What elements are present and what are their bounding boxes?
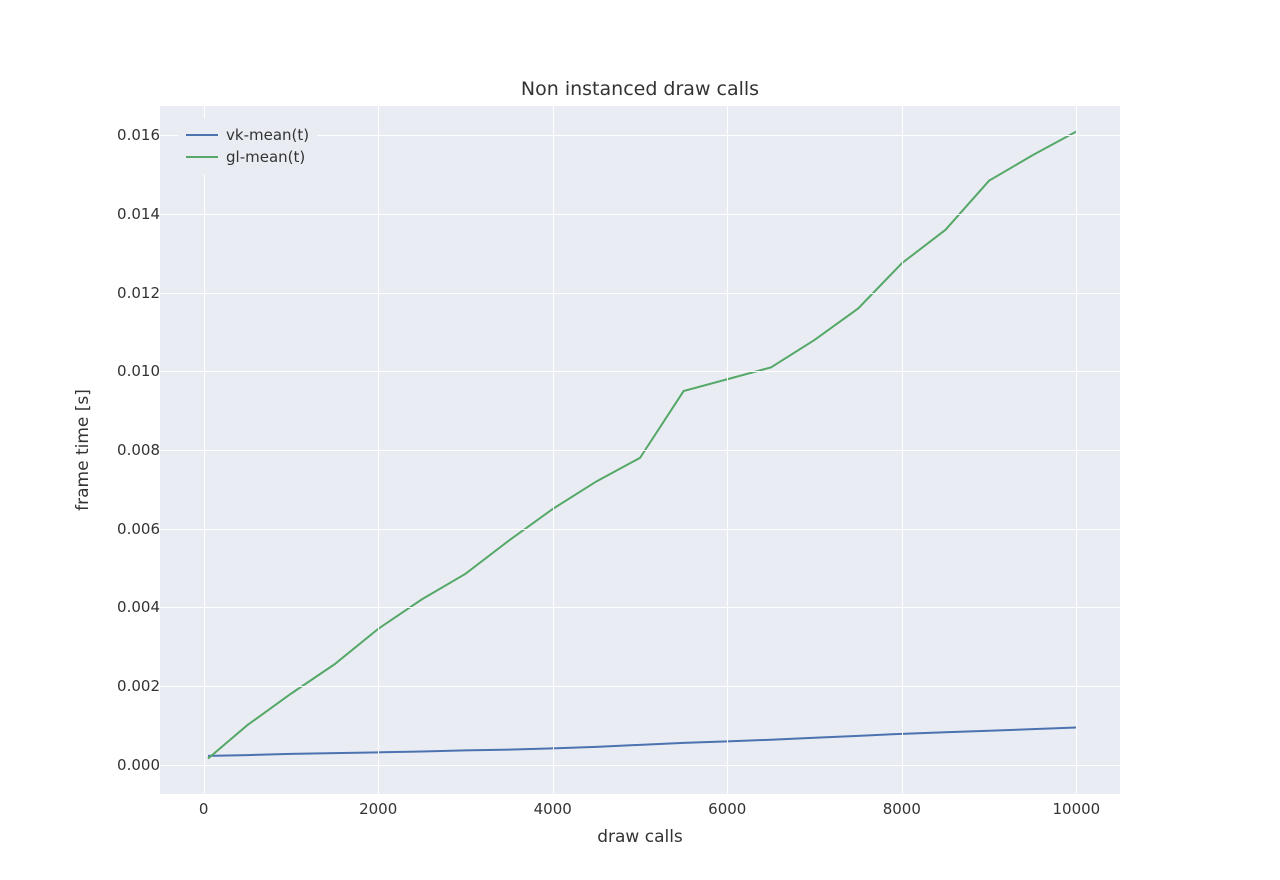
legend-swatch bbox=[186, 156, 218, 158]
y-tick-label: 0.006 bbox=[117, 520, 160, 538]
legend-swatch bbox=[186, 134, 218, 136]
y-gridline bbox=[160, 686, 1120, 687]
chart-title: Non instanced draw calls bbox=[521, 78, 759, 100]
y-gridline bbox=[160, 607, 1120, 608]
y-tick-label: 0.000 bbox=[117, 756, 160, 774]
y-gridline bbox=[160, 765, 1120, 766]
y-axis-label: frame time [s] bbox=[73, 389, 93, 511]
x-tick-label: 2000 bbox=[359, 800, 397, 818]
y-tick-label: 0.002 bbox=[117, 677, 160, 695]
y-tick-label: 0.014 bbox=[117, 205, 160, 223]
y-gridline bbox=[160, 371, 1120, 372]
y-tick-label: 0.008 bbox=[117, 441, 160, 459]
chart-axes bbox=[160, 106, 1120, 794]
y-tick-label: 0.004 bbox=[117, 598, 160, 616]
y-gridline bbox=[160, 450, 1120, 451]
legend-label: gl-mean(t) bbox=[226, 148, 305, 166]
series-line bbox=[208, 728, 1076, 756]
legend: vk-mean(t) gl-mean(t) bbox=[178, 118, 317, 174]
y-tick-label: 0.016 bbox=[117, 126, 160, 144]
x-tick-label: 6000 bbox=[708, 800, 746, 818]
x-tick-label: 8000 bbox=[883, 800, 921, 818]
y-tick-label: 0.012 bbox=[117, 284, 160, 302]
x-tick-label: 10000 bbox=[1053, 800, 1101, 818]
legend-entry: gl-mean(t) bbox=[186, 146, 309, 168]
x-tick-label: 0 bbox=[199, 800, 209, 818]
legend-label: vk-mean(t) bbox=[226, 126, 309, 144]
x-axis-label: draw calls bbox=[597, 827, 683, 847]
y-gridline bbox=[160, 529, 1120, 530]
x-tick-label: 4000 bbox=[534, 800, 572, 818]
y-tick-label: 0.010 bbox=[117, 362, 160, 380]
figure: Non instanced draw calls draw calls fram… bbox=[0, 0, 1280, 880]
y-gridline bbox=[160, 214, 1120, 215]
legend-entry: vk-mean(t) bbox=[186, 124, 309, 146]
y-gridline bbox=[160, 293, 1120, 294]
series-line bbox=[208, 132, 1076, 759]
